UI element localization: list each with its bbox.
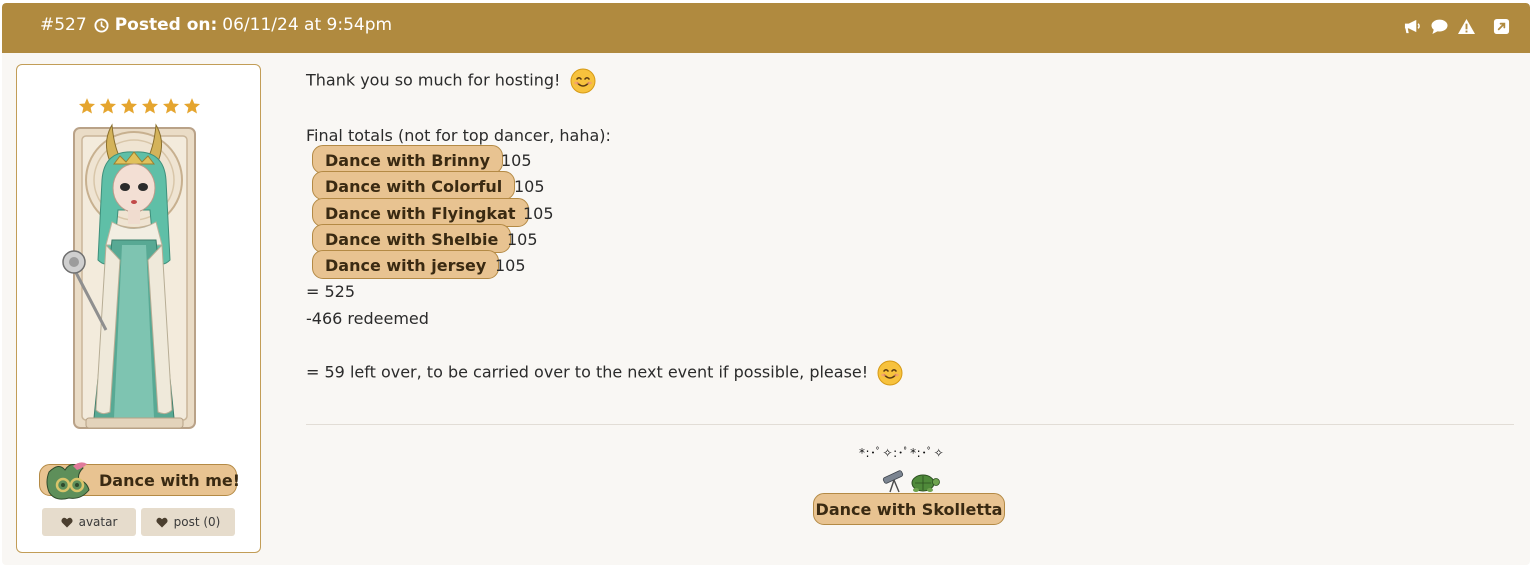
avatar-like-button[interactable]: avatar (42, 508, 136, 536)
star-icon (120, 98, 138, 114)
post-meta: #527 Posted on: 06/11/24 at 9:54pm (40, 15, 392, 35)
smiley-emoji-icon (877, 360, 903, 386)
speech-bubble-icon[interactable] (1430, 18, 1449, 35)
heart-icon (61, 517, 73, 527)
leftover-line: = 59 left over, to be carried over to th… (306, 360, 903, 386)
dance-count: 105 (523, 204, 554, 223)
posted-timestamp: 06/11/24 at 9:54pm (222, 15, 393, 35)
leftover-text: = 59 left over, to be carried over to th… (306, 362, 869, 382)
star-icon (141, 98, 159, 114)
pet-avatar-icon (46, 462, 90, 500)
forum-post: #527 Posted on: 06/11/24 at 9:54pm Dance… (2, 3, 1530, 565)
smiley-emoji-icon (570, 68, 596, 94)
dance-count: 105 (501, 151, 532, 170)
dance-link-colorful[interactable]: Dance with Colorful (312, 171, 516, 200)
megaphone-icon[interactable] (1403, 18, 1422, 35)
signature-divider (306, 424, 1514, 425)
star-icon (99, 98, 117, 114)
post-header: #527 Posted on: 06/11/24 at 9:54pm (2, 3, 1530, 53)
post-number[interactable]: #527 (40, 15, 87, 35)
dance-link-shelbie[interactable]: Dance with Shelbie (312, 224, 512, 253)
star-icon (162, 98, 180, 114)
star-icon (78, 98, 96, 114)
post-actions (1403, 18, 1510, 35)
rating-stars (78, 97, 201, 115)
dance-count: 105 (514, 177, 545, 196)
clock-icon (94, 17, 109, 33)
post-like-label: post (0) (173, 515, 221, 529)
star-icon (183, 98, 201, 114)
thanks-line: Thank you so much for hosting! (306, 68, 596, 94)
warning-icon[interactable] (1457, 18, 1476, 35)
dance-link-jersey[interactable]: Dance with jersey (312, 250, 500, 279)
external-link-icon[interactable] (1493, 18, 1510, 35)
signature-sparkles: *:･ﾟ✧:･ﾟ*:･ﾟ✧ (859, 446, 945, 460)
avatar-like-label: avatar (78, 515, 118, 529)
thanks-text: Thank you so much for hosting! (306, 70, 561, 90)
dance-link-brinny[interactable]: Dance with Brinny (312, 145, 504, 174)
dance-link-flyingkat[interactable]: Dance with Flyingkat (312, 198, 529, 227)
redeemed-line: -466 redeemed (306, 309, 429, 328)
sum-line: = 525 (306, 282, 356, 301)
user-sidebar: Dance with me! avatar post (0) (16, 64, 261, 553)
post-like-button[interactable]: post (0) (141, 508, 235, 536)
heart-icon (156, 517, 168, 527)
telescope-turtle-icon (882, 470, 940, 493)
avatar-image[interactable] (62, 120, 207, 435)
dance-with-me-button[interactable]: Dance with me! (39, 462, 241, 500)
dance-count: 105 (507, 230, 538, 249)
dance-with-me-label: Dance with me! (99, 471, 241, 490)
dance-with-skolletta-button[interactable]: Dance with Skolletta (813, 493, 1005, 525)
dance-count: 105 (495, 256, 526, 275)
posted-on-label: Posted on: (114, 15, 218, 35)
totals-intro: Final totals (not for top dancer, haha): (306, 126, 611, 145)
